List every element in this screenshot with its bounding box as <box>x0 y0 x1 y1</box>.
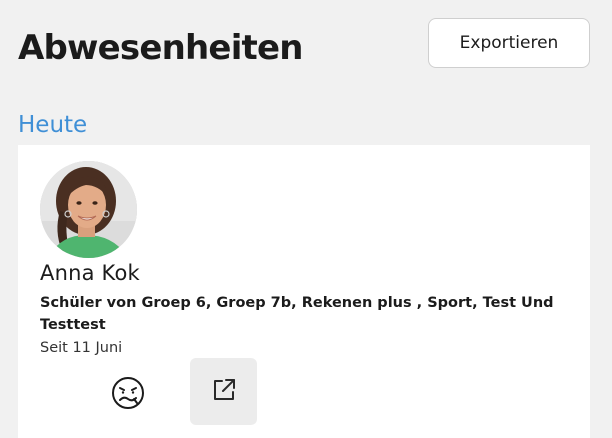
open-details-button[interactable] <box>190 358 257 425</box>
absence-since-date: Seit 11 Juni <box>40 340 123 356</box>
absences-page: Abwesenheiten Exportieren Heute Anna Kok… <box>0 0 612 438</box>
student-groups: Schüler von Groep 6, Groep 7b, Rekenen p… <box>40 295 554 333</box>
avatar <box>40 161 137 258</box>
page-title: Abwesenheiten <box>18 28 303 68</box>
section-heading-today: Heute <box>18 112 88 138</box>
absence-card: Anna Kok Schüler von Groep 6, Groep 7b, … <box>18 145 590 438</box>
sick-face-icon <box>110 375 146 411</box>
export-button[interactable]: Exportieren <box>428 18 590 68</box>
student-name[interactable]: Anna Kok <box>40 259 140 287</box>
